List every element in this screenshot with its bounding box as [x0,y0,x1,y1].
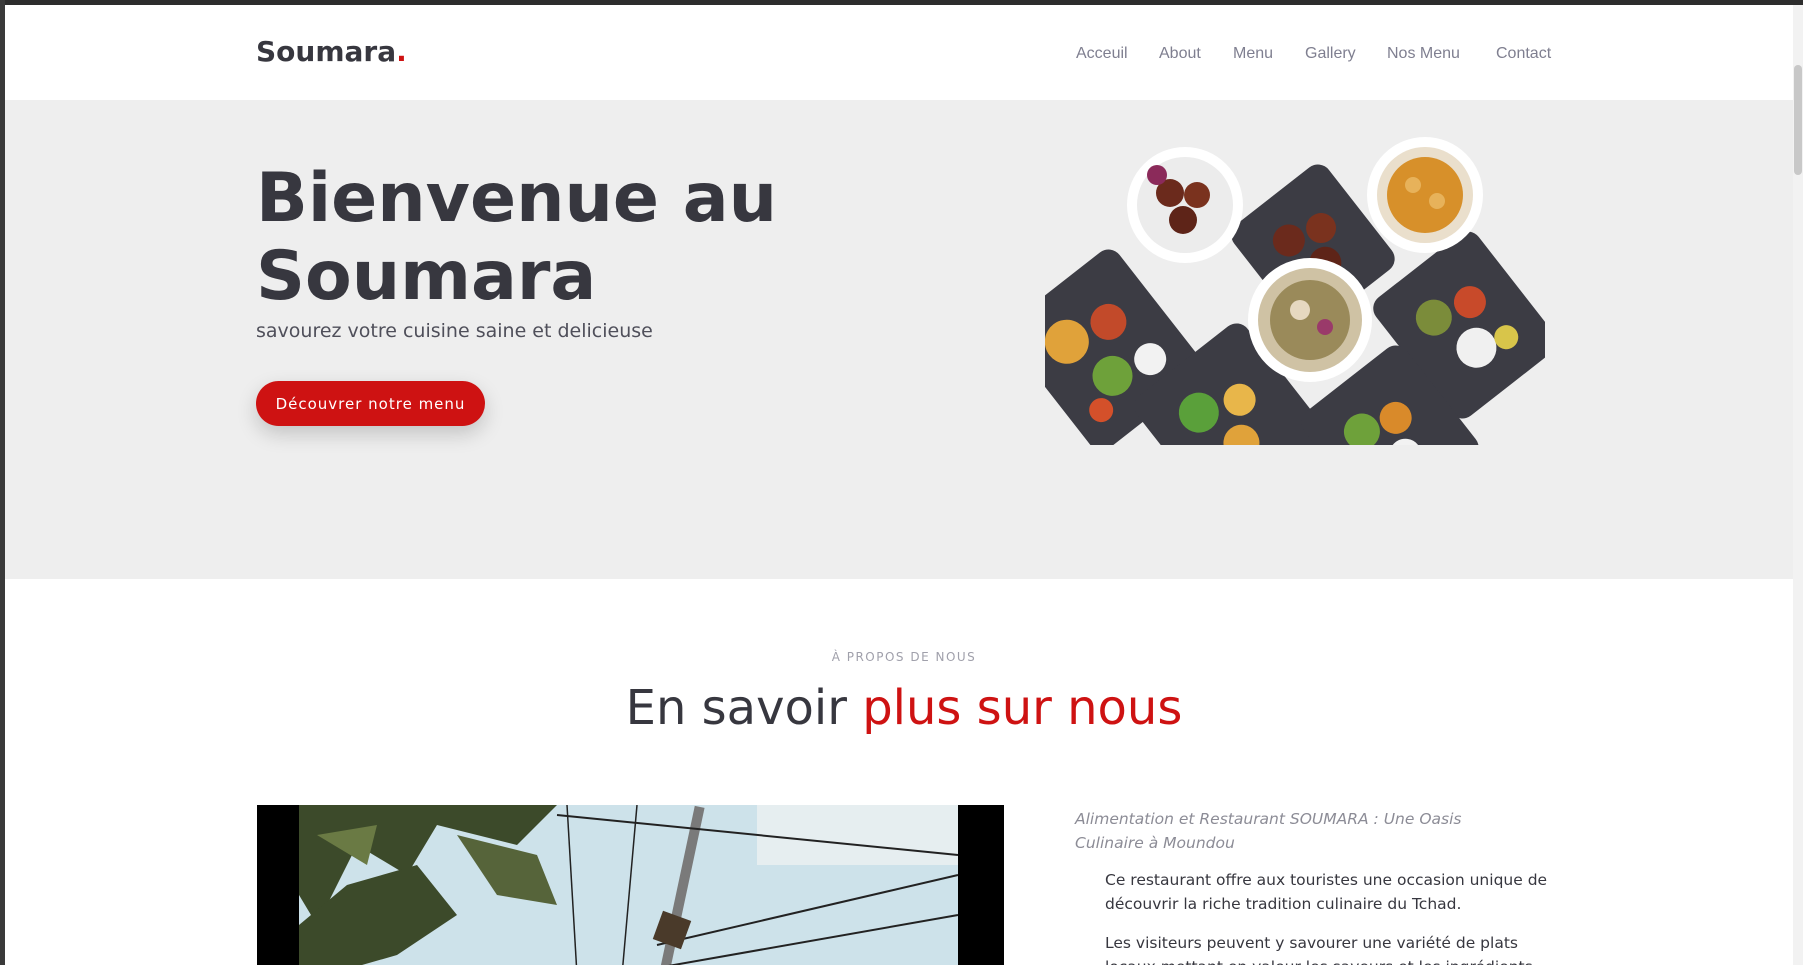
page: Soumara. Acceuil About Menu Gallery Nos … [5,5,1803,965]
scrollbar-thumb[interactable] [1794,65,1802,175]
site-header: Soumara. Acceuil About Menu Gallery Nos … [5,5,1803,100]
nav-item-menu[interactable]: Menu [1233,45,1273,63]
hero-food-image [1045,135,1545,445]
nav-item-gallery[interactable]: Gallery [1305,45,1356,63]
about-paragraph: Les visiteurs peuvent y savourer une var… [1105,934,1533,965]
page-scrollbar[interactable] [1793,5,1803,965]
nav-item-contact[interactable]: Contact [1496,45,1551,63]
discover-menu-button[interactable]: Découvrer notre menu [256,381,485,426]
nav-item-acceuil[interactable]: Acceuil [1076,45,1128,63]
main-nav: Acceuil About Menu Gallery Nos Menu Cont… [5,45,1803,69]
about-title: En savoir plus sur nous [5,680,1803,736]
hero-title: Bienvenue au Soumara [256,159,778,316]
hero-section: Bienvenue au Soumara savourez votre cuis… [5,100,1803,579]
nav-item-nos-menu[interactable]: Nos Menu [1387,45,1460,63]
nav-item-about[interactable]: About [1159,45,1201,63]
hero-subtitle: savourez votre cuisine saine et delicieu… [256,320,653,342]
about-paragraph: Ce restaurant offre aux touristes une oc… [1105,871,1548,913]
about-title-main: En savoir [625,680,863,736]
restaurant-street-photo [257,805,1004,965]
food-platter-illustration [1045,137,1545,445]
about-kicker: À PROPOS DE NOUS [831,650,977,664]
about-photo [257,805,1004,965]
about-title-accent: plus sur nous [862,680,1183,736]
about-intro: Alimentation et Restaurant SOUMARA : Une… [1075,810,1462,852]
